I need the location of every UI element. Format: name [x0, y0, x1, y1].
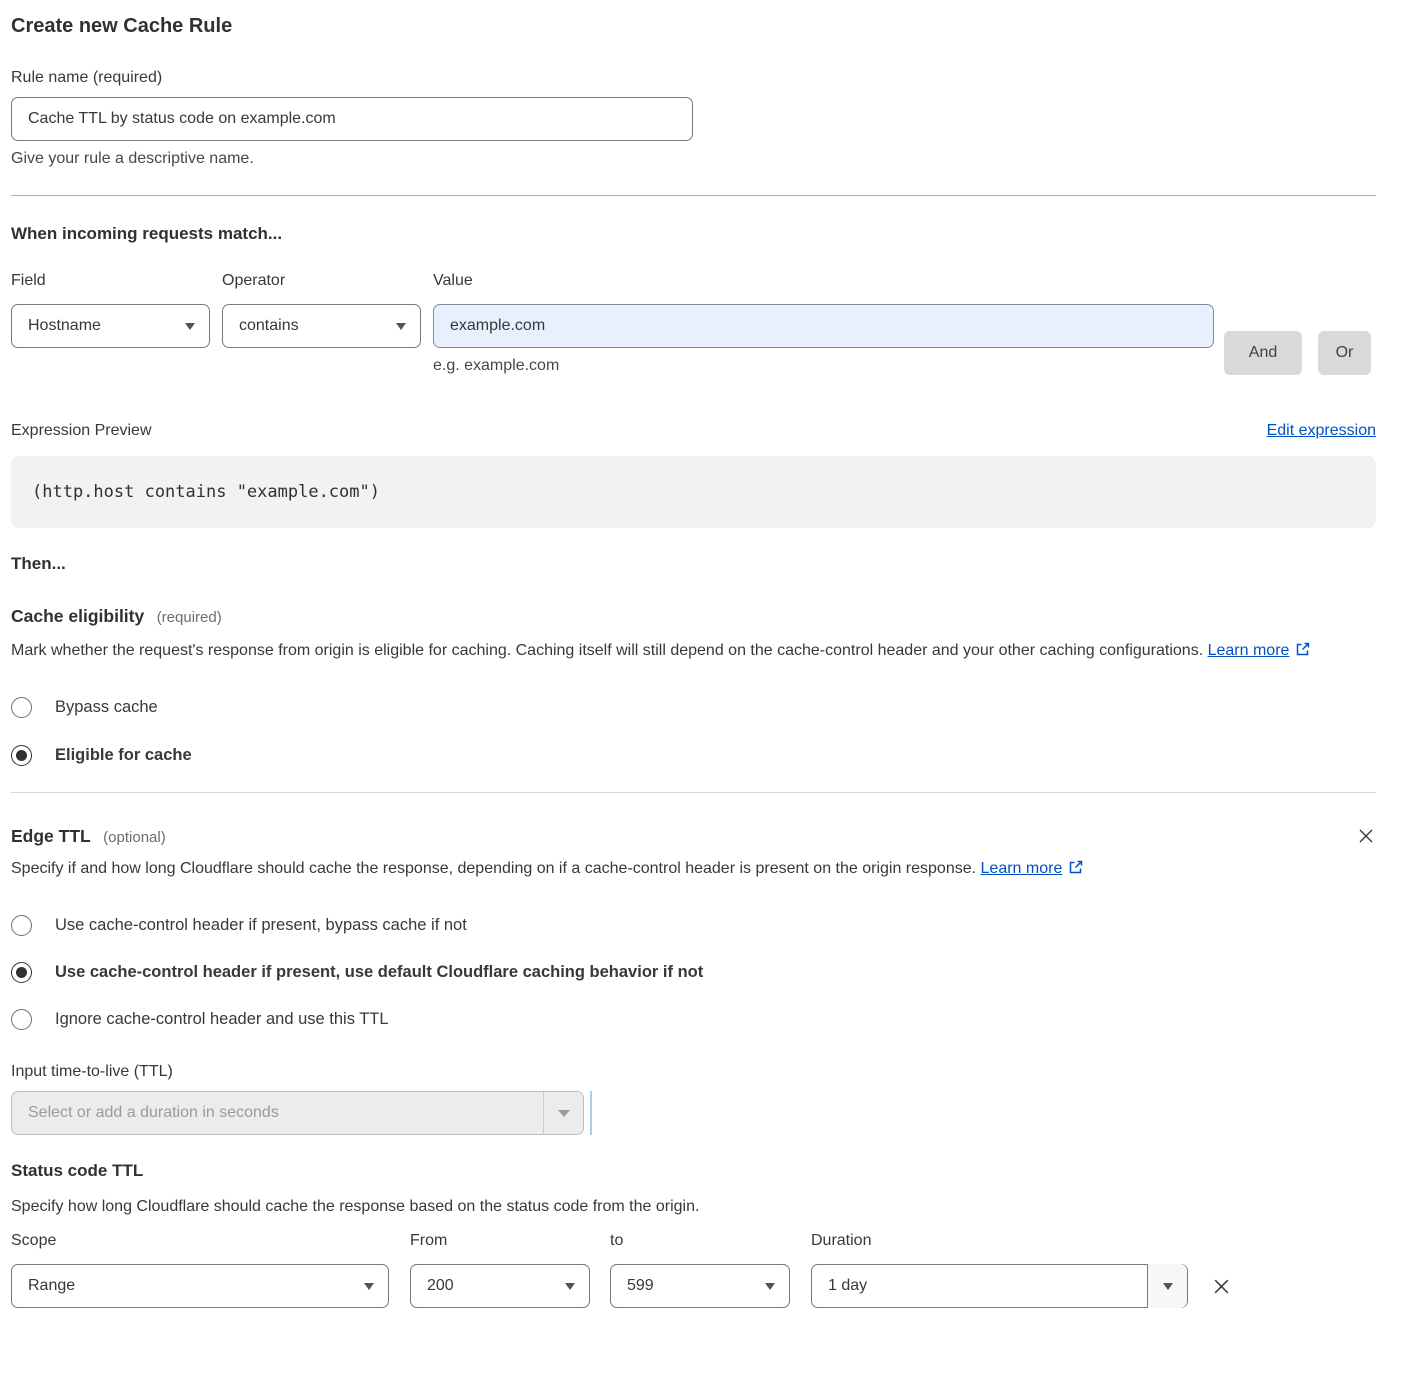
status-code-ttl-title: Status code TTL: [11, 1161, 1376, 1181]
value-label: Value: [433, 271, 1214, 290]
cache-eligibility-description-text: Mark whether the request's response from…: [11, 642, 1203, 659]
duration-select-value: 1 day: [828, 1277, 867, 1295]
operator-select[interactable]: contains: [222, 304, 421, 348]
cache-eligibility-learn-more-link[interactable]: Learn more: [1208, 642, 1290, 659]
status-code-ttl-row: Scope Range From 200 to 599 Duration 1 d…: [11, 1231, 1376, 1308]
from-select[interactable]: 200: [410, 1264, 590, 1308]
external-link-icon: [1295, 638, 1311, 667]
text-cursor: [590, 1091, 592, 1135]
page-title: Create new Cache Rule: [11, 14, 1376, 38]
scope-label: Scope: [11, 1231, 389, 1250]
match-condition-row: Field Hostname Operator contains Value e…: [11, 271, 1376, 375]
expression-preview-label: Expression Preview: [11, 421, 152, 440]
duration-label: Duration: [811, 1231, 1188, 1250]
chevron-down-icon: [185, 323, 195, 330]
radio-label: Bypass cache: [55, 698, 158, 717]
rule-name-value: Cache TTL by status code on example.com: [28, 110, 336, 128]
dropdown-arrow-button[interactable]: [1147, 1264, 1187, 1308]
close-icon: [1211, 1285, 1232, 1300]
chevron-down-icon: [765, 1283, 775, 1290]
expression-preview-row: Expression Preview Edit expression: [11, 421, 1376, 440]
radio-icon[interactable]: [11, 962, 32, 983]
edge-ttl-description: Specify if and how long Cloudflare shoul…: [11, 854, 1111, 885]
dropdown-arrow-button[interactable]: [543, 1092, 583, 1134]
or-button[interactable]: Or: [1318, 331, 1371, 375]
ttl-duration-select[interactable]: Select or add a duration in seconds: [11, 1091, 584, 1135]
to-label: to: [610, 1231, 790, 1250]
cache-eligibility-required-note: (required): [157, 609, 222, 626]
radio-label: Ignore cache-control header and use this…: [55, 1010, 389, 1029]
duration-select[interactable]: 1 day: [811, 1264, 1188, 1308]
radio-option-eligible-for-cache[interactable]: Eligible for cache: [11, 745, 1376, 766]
from-label: From: [410, 1231, 590, 1250]
edge-ttl-close-button[interactable]: [1356, 826, 1376, 846]
close-icon: [1356, 834, 1376, 849]
to-select[interactable]: 599: [610, 1264, 790, 1308]
value-input[interactable]: example.com: [433, 304, 1214, 348]
field-select-value: Hostname: [28, 317, 101, 335]
expression-code-box: (http.host contains "example.com"): [11, 456, 1376, 528]
edge-ttl-optional-note: (optional): [103, 829, 166, 846]
chevron-down-icon: [1163, 1283, 1173, 1290]
chevron-down-icon: [565, 1283, 575, 1290]
radio-label: Eligible for cache: [55, 746, 192, 765]
from-select-value: 200: [427, 1277, 454, 1295]
remove-status-ttl-button[interactable]: [1211, 1276, 1232, 1297]
value-input-value: example.com: [450, 317, 545, 335]
cache-eligibility-title: Cache eligibility: [11, 606, 144, 626]
radio-option-cc-ignore[interactable]: Ignore cache-control header and use this…: [11, 1009, 1376, 1030]
edit-expression-link[interactable]: Edit expression: [1267, 422, 1376, 440]
radio-label: Use cache-control header if present, byp…: [55, 916, 467, 935]
radio-icon[interactable]: [11, 1009, 32, 1030]
radio-label: Use cache-control header if present, use…: [55, 963, 703, 982]
edge-ttl-learn-more-link[interactable]: Learn more: [981, 860, 1063, 877]
radio-icon[interactable]: [11, 915, 32, 936]
external-link-icon: [1068, 856, 1084, 885]
operator-select-value: contains: [239, 317, 299, 335]
match-section-heading: When incoming requests match...: [11, 224, 1376, 244]
cache-eligibility-description: Mark whether the request's response from…: [11, 636, 1351, 667]
chevron-down-icon: [558, 1110, 570, 1117]
chevron-down-icon: [364, 1283, 374, 1290]
scope-select[interactable]: Range: [11, 1264, 389, 1308]
divider: [11, 195, 1376, 196]
to-select-value: 599: [627, 1277, 654, 1295]
field-label: Field: [11, 271, 210, 290]
radio-option-bypass-cache[interactable]: Bypass cache: [11, 697, 1376, 718]
operator-label: Operator: [222, 271, 421, 290]
radio-icon[interactable]: [11, 745, 32, 766]
scope-select-value: Range: [28, 1277, 75, 1295]
and-button[interactable]: And: [1224, 331, 1302, 375]
value-help: e.g. example.com: [433, 356, 1214, 375]
ttl-duration-placeholder: Select or add a duration in seconds: [28, 1104, 279, 1122]
expression-code: (http.host contains "example.com"): [32, 482, 380, 502]
divider: [11, 792, 1376, 793]
chevron-down-icon: [396, 323, 406, 330]
status-code-ttl-description: Specify how long Cloudflare should cache…: [11, 1192, 1376, 1221]
radio-option-cc-default[interactable]: Use cache-control header if present, use…: [11, 962, 1376, 983]
radio-option-cc-bypass[interactable]: Use cache-control header if present, byp…: [11, 915, 1376, 936]
ttl-input-label: Input time-to-live (TTL): [11, 1062, 1376, 1081]
create-cache-rule-page: Create new Cache Rule Rule name (require…: [0, 0, 1412, 1308]
field-select[interactable]: Hostname: [11, 304, 210, 348]
radio-icon[interactable]: [11, 697, 32, 718]
rule-name-input[interactable]: Cache TTL by status code on example.com: [11, 97, 693, 141]
edge-ttl-description-text: Specify if and how long Cloudflare shoul…: [11, 860, 976, 877]
edge-ttl-title: Edge TTL: [11, 826, 91, 846]
then-heading: Then...: [11, 554, 1376, 574]
rule-name-help: Give your rule a descriptive name.: [11, 149, 1376, 168]
rule-name-label: Rule name (required): [11, 68, 1376, 87]
